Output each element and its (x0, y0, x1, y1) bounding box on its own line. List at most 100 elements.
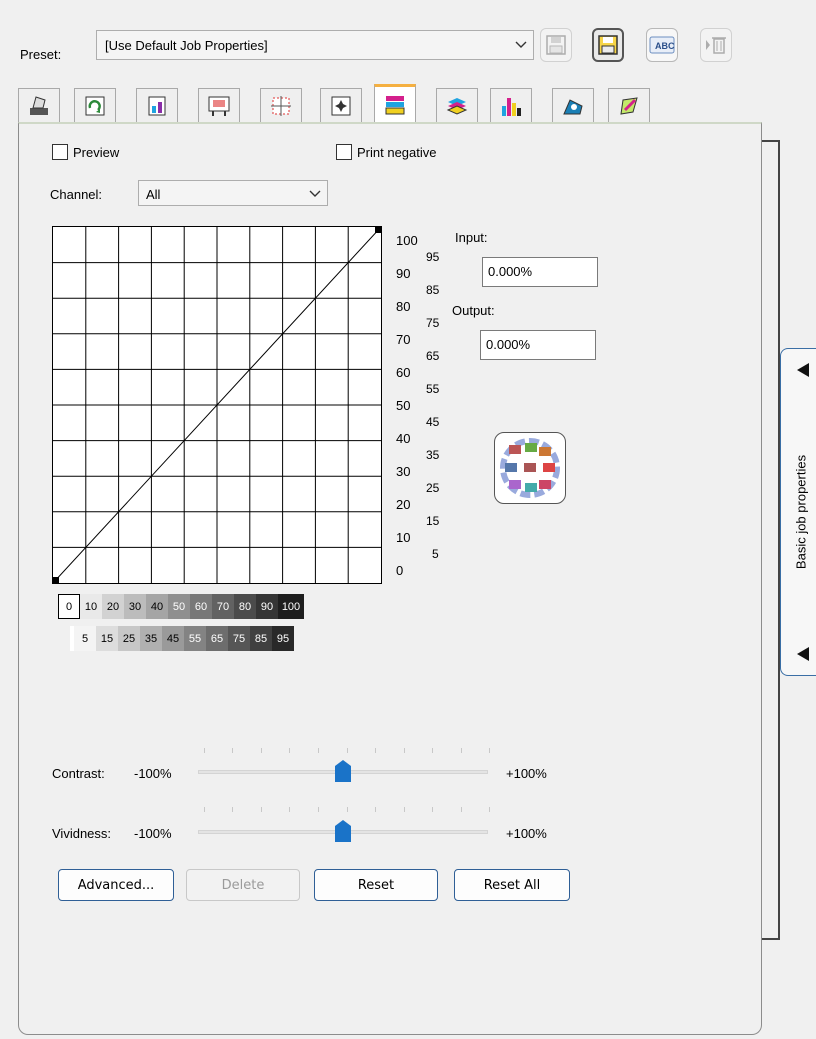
scale-tick-label: 95 (426, 250, 440, 264)
grey-swatch[interactable]: 95 (272, 626, 294, 651)
vividness-min-label: -100% (134, 826, 172, 841)
scale-tick-label: 60 (396, 365, 411, 380)
grey-swatch[interactable]: 45 (162, 626, 184, 651)
grey-swatch[interactable]: 0 (58, 594, 80, 619)
tab-gradation[interactable] (374, 84, 416, 122)
print-negative-label: Print negative (357, 145, 437, 160)
grey-swatch[interactable]: 100 (278, 594, 304, 619)
tab-crop-marks[interactable] (260, 88, 302, 122)
rename-preset-button[interactable]: ABC (646, 28, 678, 62)
scale-tick-label: 20 (396, 497, 411, 512)
delete-button[interactable]: Delete (186, 869, 300, 901)
grey-swatch[interactable]: 70 (212, 594, 234, 619)
input-label: Input: (455, 230, 488, 245)
curve-control-point[interactable] (53, 577, 59, 583)
layers-tab-icon (446, 97, 468, 115)
preset-dropdown[interactable]: [Use Default Job Properties] (96, 30, 534, 60)
grey-swatch[interactable]: 15 (96, 626, 118, 651)
curve-control-point[interactable] (375, 227, 381, 233)
scale-tick-label: 30 (396, 464, 411, 479)
scale-tick-label: 50 (396, 398, 411, 413)
scale-tick-label: 35 (426, 448, 440, 462)
print-negative-checkbox[interactable] (336, 144, 352, 160)
rotation-tab-icon (85, 96, 105, 115)
basic-job-properties-drawer[interactable]: Basic job properties (780, 348, 816, 676)
scale-tick-label: 100 (396, 233, 418, 248)
tab-color[interactable] (136, 88, 178, 122)
tab-rotation[interactable] (74, 88, 116, 122)
grey-swatch[interactable]: 55 (184, 626, 206, 651)
grey-swatch[interactable]: 75 (228, 626, 250, 651)
tab-spot-color[interactable] (608, 88, 650, 122)
grey-swatch[interactable]: 5 (74, 626, 96, 651)
profile-tab-icon (563, 98, 583, 114)
scale-tick-label: 0 (396, 563, 404, 578)
delete-preset-button[interactable] (700, 28, 732, 62)
grey-swatch[interactable]: 40 (146, 594, 168, 619)
scale-tick-label: 85 (426, 283, 440, 297)
contrast-max-label: +100% (506, 766, 547, 781)
output-label: Output: (452, 303, 495, 318)
collapse-left-icon (797, 363, 809, 377)
scale-tick-label: 5 (432, 547, 439, 561)
gradation-tab-icon (385, 95, 405, 114)
tab-media[interactable] (198, 88, 240, 122)
gradation-curve-graph[interactable] (52, 226, 382, 584)
tab-ink[interactable] (490, 88, 532, 122)
drawer-label: Basic job properties (793, 454, 808, 570)
grey-swatch[interactable]: 90 (256, 594, 278, 619)
grey-swatch[interactable]: 10 (80, 594, 102, 619)
contrast-slider-thumb[interactable] (334, 760, 352, 782)
channel-dropdown[interactable]: All (138, 180, 328, 206)
input-field[interactable]: 0.000% (482, 257, 598, 287)
grey-swatch[interactable]: 65 (206, 626, 228, 651)
grey-swatch[interactable]: 20 (102, 594, 124, 619)
save-preset-button[interactable] (540, 28, 572, 62)
scale-tick-label: 40 (396, 431, 411, 446)
grey-swatch[interactable]: 80 (234, 594, 256, 619)
save-preset-icon (546, 35, 566, 55)
advanced-button[interactable]: Advanced... (58, 869, 174, 901)
contrast-min-label: -100% (134, 766, 172, 781)
media-tab-icon (208, 96, 230, 116)
ink-tab-icon (502, 97, 521, 116)
preset-dropdown-value: [Use Default Job Properties] (105, 38, 268, 53)
drawer-bracket (762, 140, 780, 940)
chevron-down-icon (309, 190, 321, 197)
collapse-left-icon (797, 647, 809, 661)
save-as-preset-button[interactable] (592, 28, 624, 62)
grey-swatch[interactable]: 30 (124, 594, 146, 619)
scale-tick-label: 80 (396, 299, 411, 314)
scale-tick-label: 75 (426, 316, 440, 330)
vividness-ticks (204, 807, 490, 813)
grey-swatch[interactable]: 60 (190, 594, 212, 619)
scale-tick-label: 55 (426, 382, 440, 396)
grey-swatch[interactable]: 35 (140, 626, 162, 651)
color-grid-icon (500, 438, 560, 498)
preview-checkbox[interactable] (52, 144, 68, 160)
scale-tick-label: 65 (426, 349, 440, 363)
scale-tick-label: 45 (426, 415, 440, 429)
color-adjust-button[interactable] (494, 432, 566, 504)
scale-tick-label: 15 (426, 514, 440, 528)
tab-profile[interactable] (552, 88, 594, 122)
channel-label: Channel: (50, 187, 103, 202)
output-field[interactable]: 0.000% (480, 330, 596, 360)
tab-layout[interactable] (18, 88, 60, 122)
scale-tick-label: 90 (396, 266, 411, 281)
reset-all-button[interactable]: Reset All (454, 869, 570, 901)
reset-button[interactable]: Reset (314, 869, 438, 901)
vividness-slider-thumb[interactable] (334, 820, 352, 842)
grey-swatch[interactable]: 85 (250, 626, 272, 651)
gradation-curve[interactable] (52, 226, 382, 584)
vividness-label: Vividness: (52, 826, 112, 841)
grey-swatch[interactable]: 50 (168, 594, 190, 619)
grey-swatch[interactable]: 25 (118, 626, 140, 651)
scale-tick-label: 70 (396, 332, 411, 347)
tab-position[interactable] (320, 88, 362, 122)
contrast-ticks (204, 748, 490, 754)
abc-icon-text: ABC (655, 41, 675, 51)
tab-layers[interactable] (436, 88, 478, 122)
scale-tick-label: 25 (426, 481, 440, 495)
delete-preset-icon (706, 37, 726, 54)
